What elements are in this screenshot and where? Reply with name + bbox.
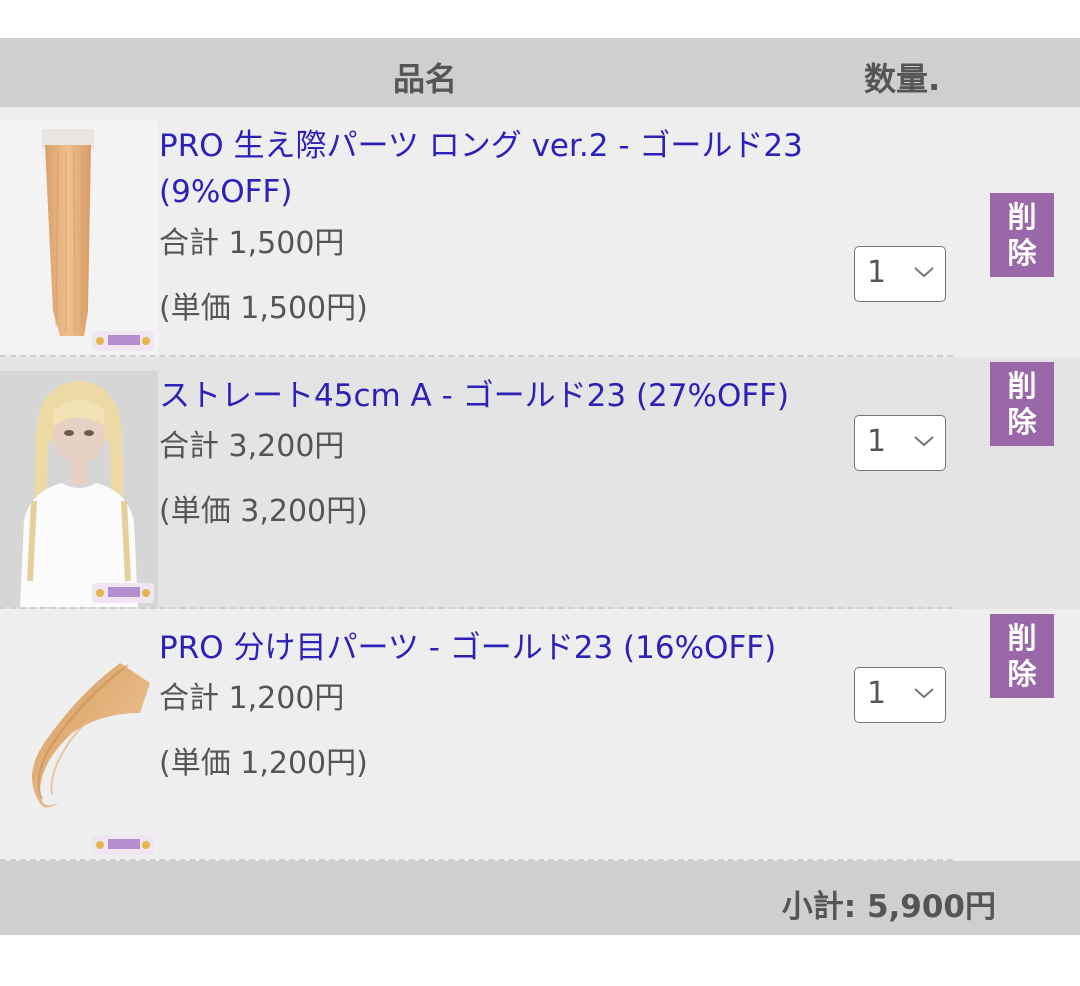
item-total: 合計 1,500円 — [159, 226, 345, 261]
cart-item-row: PRO 分け目パーツ - ゴールド23 (16%OFF) 合計 1,200円 (… — [0, 609, 1080, 861]
item-unit-price: (単価 3,200円) — [159, 494, 368, 529]
chevron-down-icon — [914, 267, 934, 278]
quantity-select[interactable]: 1 — [854, 246, 946, 302]
delete-label-line2: 除 — [1007, 236, 1037, 270]
cart-table: 品名 数量. PRO 生え際パーツ ロング ver.2 - ゴールド23 (9%… — [0, 38, 1080, 935]
quantity-value: 1 — [867, 424, 887, 459]
product-title-link[interactable]: ストレート45cm A - ゴールド23 (27%OFF) — [159, 373, 849, 419]
delete-label-line2: 除 — [1007, 657, 1037, 691]
delete-button[interactable]: 削 除 — [990, 614, 1054, 698]
delete-label-line1: 削 — [1007, 621, 1037, 655]
product-title-link[interactable]: PRO 生え際パーツ ロング ver.2 - ゴールド23 (9%OFF) — [159, 123, 849, 215]
product-image[interactable] — [0, 371, 158, 607]
cart-subtotal: 小計: 5,900円 — [781, 889, 996, 925]
quantity-value: 1 — [867, 676, 887, 711]
subtotal-bar: 小計: 5,900円 — [0, 861, 1080, 935]
quantity-value: 1 — [867, 255, 887, 290]
cart-item-row: ストレート45cm A - ゴールド23 (27%OFF) 合計 3,200円 … — [0, 357, 1080, 609]
cart-item-row: PRO 生え際パーツ ロング ver.2 - ゴールド23 (9%OFF) 合計… — [0, 107, 1080, 357]
quantity-select[interactable]: 1 — [854, 415, 946, 471]
column-header-item-name: 品名 — [393, 60, 458, 98]
item-unit-price: (単価 1,200円) — [159, 746, 368, 781]
item-total: 合計 3,200円 — [159, 429, 345, 464]
item-total: 合計 1,200円 — [159, 681, 345, 716]
column-header-quantity: 数量. — [864, 60, 941, 98]
delete-label-line1: 削 — [1007, 200, 1037, 234]
cart-header: 品名 数量. — [0, 38, 1080, 107]
product-image[interactable] — [0, 121, 158, 355]
chevron-down-icon — [914, 436, 934, 447]
delete-button[interactable]: 削 除 — [990, 362, 1054, 446]
quantity-select[interactable]: 1 — [854, 667, 946, 723]
delete-button[interactable]: 削 除 — [990, 193, 1054, 277]
product-title-link[interactable]: PRO 分け目パーツ - ゴールド23 (16%OFF) — [159, 625, 849, 671]
chevron-down-icon — [914, 688, 934, 699]
product-image[interactable] — [0, 623, 158, 859]
delete-label-line1: 削 — [1007, 369, 1037, 403]
item-unit-price: (単価 1,500円) — [159, 291, 368, 326]
delete-label-line2: 除 — [1007, 405, 1037, 439]
